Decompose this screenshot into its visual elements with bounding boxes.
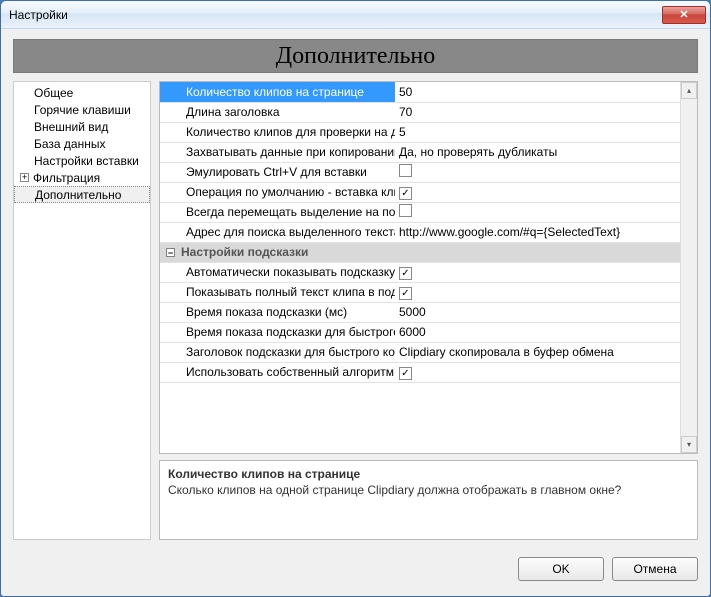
nav-item-5[interactable]: + Фильтрация — [14, 169, 150, 186]
window-body: Дополнительно Общее Горячие клавиши Внеш… — [1, 29, 710, 596]
property-label: Операция по умолчанию - вставка клип — [160, 182, 395, 202]
tree-line-icon — [20, 137, 34, 150]
close-button[interactable]: ✕ — [662, 6, 706, 24]
section-row[interactable]: −Настройки подсказки — [160, 242, 697, 262]
nav-item-2[interactable]: Внешний вид — [14, 118, 150, 135]
table-row[interactable]: Использовать собственный алгоритм д ✓ — [160, 362, 697, 382]
checkbox[interactable] — [399, 204, 412, 217]
property-label: Всегда перемещать выделение на посл — [160, 202, 395, 222]
table-row[interactable]: Время показа подсказки (мс)5000 — [160, 302, 697, 322]
content-columns: Общее Горячие клавиши Внешний вид База д… — [13, 81, 698, 540]
nav-item-label: Фильтрация — [33, 171, 100, 185]
nav-item-label: Внешний вид — [34, 120, 108, 134]
checkbox[interactable]: ✓ — [399, 367, 412, 380]
property-label: Количество клипов на странице — [160, 82, 395, 102]
tree-line-icon — [20, 154, 34, 167]
footer: OK Отмена — [13, 540, 698, 584]
right-pane: Количество клипов на странице50Длина заг… — [159, 81, 698, 540]
scroll-down-button[interactable]: ▾ — [681, 436, 697, 453]
property-value[interactable]: 70 — [395, 102, 697, 122]
table-row[interactable]: Заголовок подсказки для быстрого копи Cl… — [160, 342, 697, 362]
property-label: Показывать полный текст клипа в подск — [160, 282, 395, 302]
help-panel: Количество клипов на странице Сколько кл… — [159, 460, 698, 540]
table-row[interactable]: Операция по умолчанию - вставка клип ✓ — [160, 182, 697, 202]
checkbox[interactable]: ✓ — [399, 187, 412, 200]
checkbox[interactable] — [399, 164, 412, 177]
property-value[interactable]: ✓ — [395, 282, 697, 302]
close-icon: ✕ — [679, 8, 688, 21]
property-value[interactable]: ✓ — [395, 362, 697, 382]
nav-item-label: Дополнительно — [35, 188, 121, 202]
tree-line-icon — [21, 188, 35, 201]
ok-button[interactable]: OK — [518, 557, 604, 581]
property-label: Адрес для поиска выделенного текста в — [160, 222, 395, 242]
scroll-up-button[interactable]: ▴ — [681, 82, 697, 99]
property-label: Количество клипов для проверки на дуб — [160, 122, 395, 142]
property-value[interactable]: ✓ — [395, 262, 697, 282]
property-label: Заголовок подсказки для быстрого копи — [160, 342, 395, 362]
table-row[interactable]: Всегда перемещать выделение на посл — [160, 202, 697, 222]
nav-item-4[interactable]: Настройки вставки — [14, 152, 150, 169]
expand-icon[interactable]: + — [20, 173, 29, 182]
help-text: Сколько клипов на одной странице Clipdia… — [168, 483, 689, 497]
nav-item-1[interactable]: Горячие клавиши — [14, 101, 150, 118]
property-label: Захватывать данные при копировании к — [160, 142, 395, 162]
table-row[interactable]: Время показа подсказки для быстрого к600… — [160, 322, 697, 342]
table-row[interactable]: Эмулировать Ctrl+V для вставки — [160, 162, 697, 182]
table-row[interactable]: Показывать полный текст клипа в подск ✓ — [160, 282, 697, 302]
property-value[interactable]: Да, но проверять дубликаты — [395, 142, 697, 162]
property-grid[interactable]: Количество клипов на странице50Длина заг… — [159, 81, 698, 454]
table-row[interactable]: Захватывать данные при копировании кДа, … — [160, 142, 697, 162]
settings-window: Настройки ✕ Дополнительно Общее Горячие … — [0, 0, 711, 597]
table-row[interactable]: Адрес для поиска выделенного текста вhtt… — [160, 222, 697, 242]
property-value[interactable] — [395, 162, 697, 182]
chevron-up-icon: ▴ — [687, 86, 691, 95]
nav-item-label: Общее — [34, 86, 73, 100]
help-title: Количество клипов на странице — [168, 467, 689, 481]
nav-item-3[interactable]: База данных — [14, 135, 150, 152]
collapse-icon[interactable]: − — [166, 248, 175, 257]
tree-line-icon — [20, 120, 34, 133]
scrollbar[interactable]: ▴ ▾ — [680, 82, 697, 453]
property-value[interactable]: 5 — [395, 122, 697, 142]
property-value[interactable]: 5000 — [395, 302, 697, 322]
nav-tree[interactable]: Общее Горячие клавиши Внешний вид База д… — [13, 81, 151, 540]
tree-line-icon — [20, 103, 34, 116]
property-label: Эмулировать Ctrl+V для вставки — [160, 162, 395, 182]
nav-item-label: База данных — [34, 137, 105, 151]
property-label: Длина заголовка — [160, 102, 395, 122]
nav-item-6[interactable]: Дополнительно — [14, 186, 150, 203]
table-row[interactable]: Количество клипов на странице50 — [160, 82, 697, 102]
property-label: Автоматически показывать подсказку п — [160, 262, 395, 282]
table-row[interactable]: Длина заголовка70 — [160, 102, 697, 122]
property-label: Использовать собственный алгоритм д — [160, 362, 395, 382]
nav-item-0[interactable]: Общее — [14, 84, 150, 101]
property-value[interactable]: 6000 — [395, 322, 697, 342]
checkbox[interactable]: ✓ — [399, 267, 412, 280]
nav-item-label: Настройки вставки — [34, 154, 139, 168]
page-title: Дополнительно — [13, 39, 698, 73]
table-row[interactable]: Автоматически показывать подсказку п ✓ — [160, 262, 697, 282]
checkbox[interactable]: ✓ — [399, 287, 412, 300]
property-label: Время показа подсказки для быстрого к — [160, 322, 395, 342]
property-value[interactable]: ✓ — [395, 182, 697, 202]
nav-item-label: Горячие клавиши — [34, 103, 131, 117]
chevron-down-icon: ▾ — [687, 440, 691, 449]
window-title: Настройки — [9, 8, 662, 22]
section-label: Настройки подсказки — [181, 245, 308, 259]
property-value[interactable] — [395, 202, 697, 222]
tree-line-icon — [20, 86, 34, 99]
cancel-button[interactable]: Отмена — [612, 557, 698, 581]
property-value[interactable]: Clipdiary скопировала в буфер обмена — [395, 342, 697, 362]
property-value[interactable]: http://www.google.com/#q={SelectedText} — [395, 222, 697, 242]
table-row[interactable]: Количество клипов для проверки на дуб5 — [160, 122, 697, 142]
property-label: Время показа подсказки (мс) — [160, 302, 395, 322]
titlebar[interactable]: Настройки ✕ — [1, 1, 710, 29]
property-value[interactable]: 50 — [395, 82, 697, 102]
